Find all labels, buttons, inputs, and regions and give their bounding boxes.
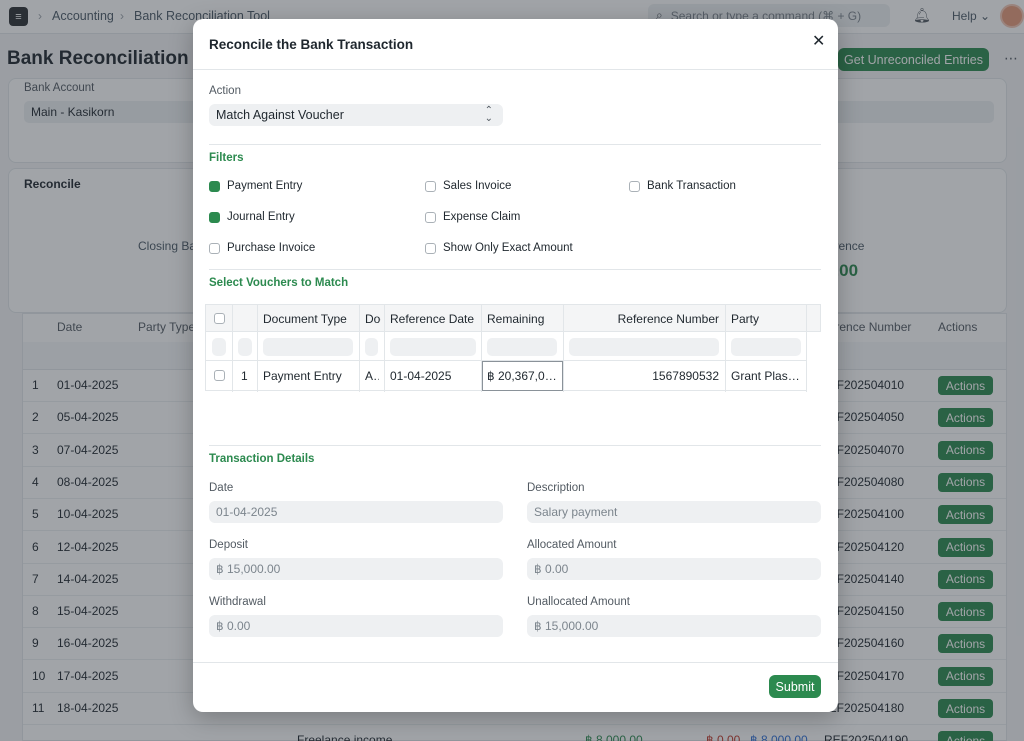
reconcile-dialog: Reconcile the Bank Transaction ✕ Action … [193,19,838,712]
grid-column-divider [257,304,258,392]
filter-party-input[interactable] [731,338,801,356]
transaction-details-heading: Transaction Details [209,453,315,465]
grid-header-remaining[interactable]: Remaining [487,312,561,326]
vouchers-heading: Select Vouchers to Match [209,277,349,289]
withdrawal-value: ฿ 0.00 [216,619,251,633]
grid-header-document-type[interactable]: Document Type [263,312,355,326]
select-caret-icon: ⌃ ⌄ [484,105,493,124]
date-field: 01-04-2025 [209,501,503,523]
grid-header-party[interactable]: Party [731,312,801,326]
unallocated-amount-value: ฿ 15,000.00 [534,619,599,633]
checkbox-unchecked-icon[interactable] [425,180,436,192]
grid-column-divider [232,304,233,392]
grid-header-document-name[interactable]: Document Name [365,312,381,326]
filter-input[interactable] [238,338,252,356]
cell-remaining[interactable]: ฿ 20,367,000.00 [487,369,559,383]
description-field: Salary payment [527,501,821,523]
allocated-amount-field: ฿ 0.00 [527,558,821,580]
close-icon[interactable]: ✕ [812,31,825,51]
filter-reference-date-input[interactable] [390,338,476,356]
vouchers-grid: Document Type Document Name Reference Da… [205,304,821,392]
date-value: 01-04-2025 [216,505,278,519]
date-label: Date [209,482,234,494]
filter-checkbox-expense-claim[interactable]: Expense Claim [425,211,520,223]
checkbox-unchecked-icon[interactable] [425,242,436,254]
deposit-field: ฿ 15,000.00 [209,558,503,580]
filter-label: Journal Entry [227,211,295,223]
unallocated-amount-field: ฿ 15,000.00 [527,615,821,637]
withdrawal-field: ฿ 0.00 [209,615,503,637]
action-select-value: Match Against Voucher [216,108,344,122]
allocated-amount-value: ฿ 0.00 [534,562,569,576]
filter-label: Show Only Exact Amount [443,242,573,254]
filter-checkbox-purchase-invoice[interactable]: Purchase Invoice [209,242,315,254]
filter-label: Bank Transaction [647,180,736,192]
row-number: 1 [241,369,248,383]
filter-reference-number-input[interactable] [569,338,719,356]
grid-column-divider [806,304,807,392]
checkbox-checked-icon[interactable] [209,180,220,192]
filter-checkbox-bank-transaction[interactable]: Bank Transaction [629,180,736,192]
allocated-amount-label: Allocated Amount [527,539,617,551]
filter-input[interactable] [212,338,226,356]
filters-heading: Filters [209,152,244,164]
deposit-value: ฿ 15,000.00 [216,562,281,576]
footer-divider [193,662,838,663]
filter-remaining-input[interactable] [487,338,557,356]
filter-label: Payment Entry [227,180,303,192]
filter-checkbox-journal-entry[interactable]: Journal Entry [209,211,295,223]
submit-button[interactable]: Submit [769,675,821,698]
cell-party[interactable]: Grant Plastics Ltd. [731,369,801,383]
description-label: Description [527,482,585,494]
action-select[interactable]: Match Against Voucher ⌃ ⌄ [209,104,503,126]
checkbox-unchecked-icon[interactable] [425,211,436,223]
grid-header-reference-number[interactable]: Reference Number [569,312,719,326]
filter-label: Sales Invoice [443,180,512,192]
grid-column-divider [359,304,360,392]
filter-document-name-input[interactable] [365,338,378,356]
filter-label: Purchase Invoice [227,242,316,254]
filter-checkbox-payment-entry[interactable]: Payment Entry [209,180,302,192]
withdrawal-label: Withdrawal [209,596,266,608]
cell-document-name[interactable]: ACC-PAY-2025-00001 [365,369,379,383]
description-value: Salary payment [534,505,618,519]
deposit-label: Deposit [209,539,248,551]
filter-checkbox-show-only-exact-amount[interactable]: Show Only Exact Amount [425,242,573,254]
filter-label: Expense Claim [443,211,521,223]
filter-document-type-input[interactable] [263,338,353,356]
section-divider [209,269,821,270]
filter-checkbox-sales-invoice[interactable]: Sales Invoice [425,180,511,192]
grid-column-divider [725,304,726,392]
checkbox-unchecked-icon[interactable] [629,180,640,192]
cell-reference-number[interactable]: 1567890532 [569,369,719,383]
cell-document-type[interactable]: Payment Entry [263,369,355,383]
header-divider [193,69,838,70]
cell-reference-date[interactable]: 01-04-2025 [390,369,478,383]
action-label: Action [209,85,241,97]
section-divider [209,445,821,446]
grid-header-reference-date[interactable]: Reference Date [390,312,478,326]
checkbox-checked-icon[interactable] [209,211,220,223]
select-all-checkbox[interactable] [214,313,225,324]
row-select-checkbox[interactable] [214,370,225,381]
grid-column-divider [384,304,385,392]
dialog-title: Reconcile the Bank Transaction [209,37,414,52]
grid-column-divider [563,304,564,392]
unallocated-amount-label: Unallocated Amount [527,596,630,608]
checkbox-unchecked-icon[interactable] [209,242,220,254]
section-divider [209,144,821,145]
